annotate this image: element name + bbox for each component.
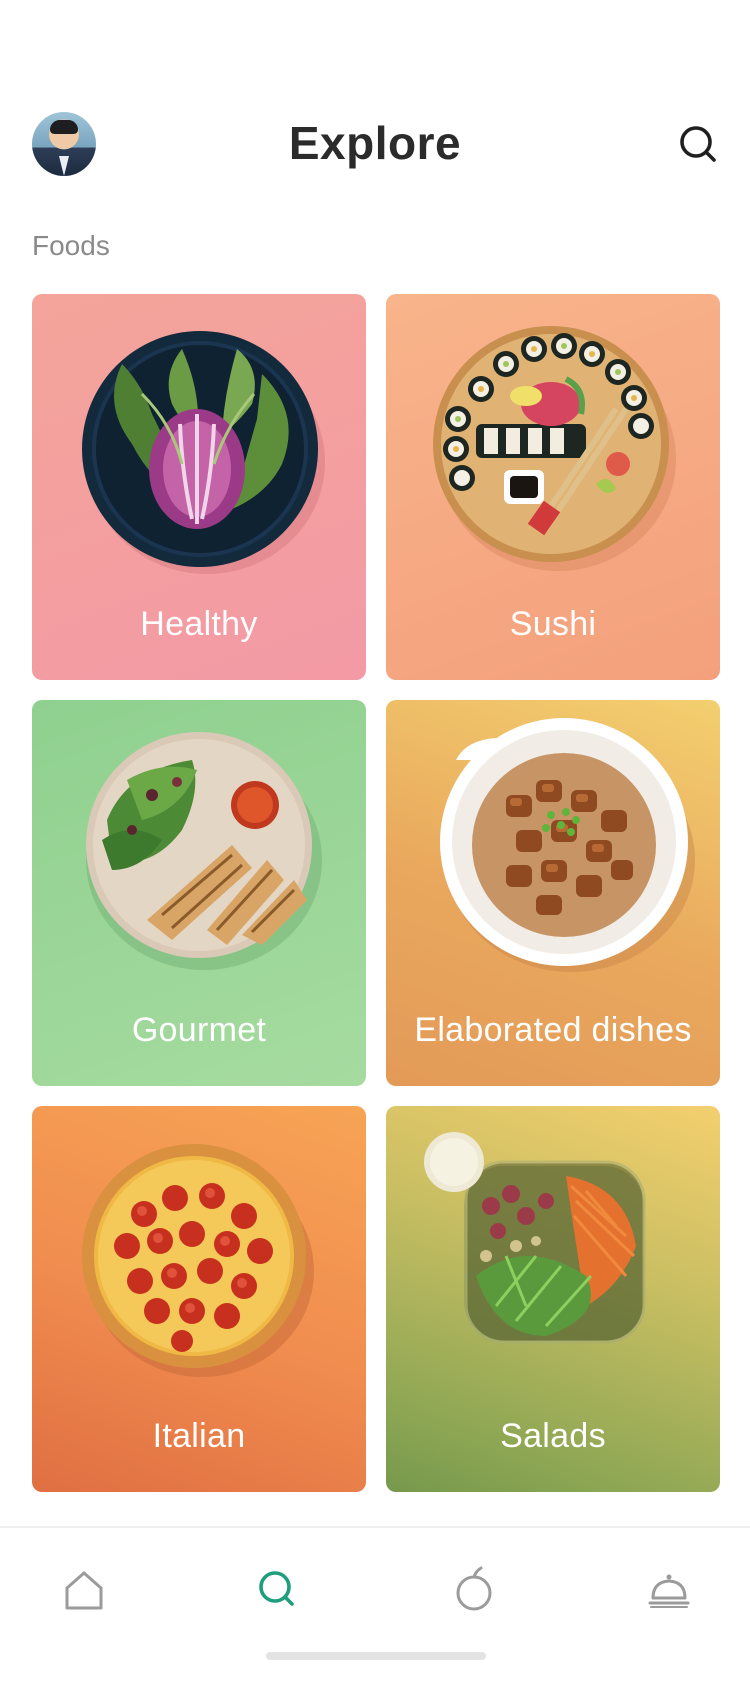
grilled-chicken-plate-image [86,732,322,970]
chicken-rice-bowl-image [440,718,695,972]
apple-icon [456,1566,492,1611]
bottom-tab-bar [0,1526,750,1682]
category-card-salads[interactable]: Salads [386,1106,720,1492]
category-label: Elaborated dishes [414,1011,692,1049]
category-label: Italian [152,1417,246,1455]
category-card-gourmet[interactable]: Gourmet [32,700,366,1086]
category-card-sushi[interactable]: Sushi [386,294,720,680]
tab-orders[interactable] [641,1562,697,1618]
page-title: Explore [288,117,462,169]
lettuce-bowl-image [82,331,325,574]
category-card-elaborated-dishes[interactable]: Elaborated dishes [386,700,720,1086]
cloche-icon [648,1574,690,1608]
home-indicator [266,1652,486,1660]
category-card-italian[interactable]: Italian [32,1106,366,1492]
tab-nutrition[interactable] [446,1562,502,1618]
category-card-healthy[interactable]: Healthy [32,294,366,680]
sushi-platter-image [433,326,676,571]
search-icon [680,126,716,162]
home-icon [65,1571,103,1610]
search-button[interactable] [676,122,720,166]
tab-explore[interactable] [249,1562,305,1618]
tab-home[interactable] [56,1562,112,1618]
pepperoni-pizza-image [82,1144,314,1377]
category-label: Gourmet [131,1011,267,1049]
category-label: Healthy [140,605,258,643]
category-label: Salads [500,1417,606,1455]
section-label: Foods [32,230,110,261]
search-icon [259,1571,294,1606]
header: Explore [0,0,750,200]
category-label: Sushi [509,605,597,643]
salad-container-image [424,1132,646,1344]
